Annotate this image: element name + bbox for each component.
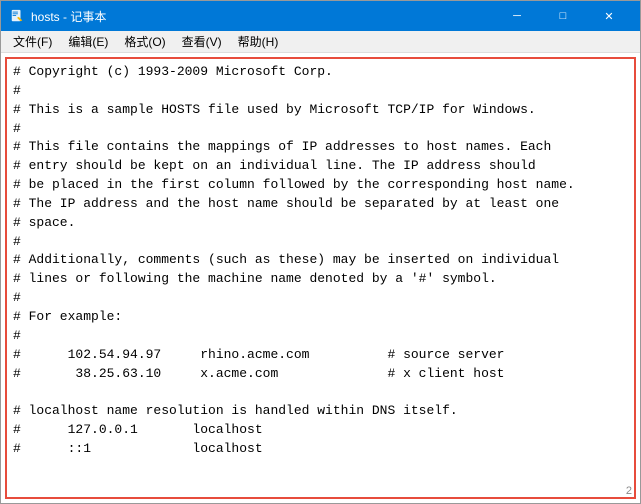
menu-view[interactable]: 查看(V)	[174, 31, 230, 52]
text-editor-border: # Copyright (c) 1993-2009 Microsoft Corp…	[5, 57, 636, 499]
content-area: # Copyright (c) 1993-2009 Microsoft Corp…	[1, 53, 640, 503]
title-bar: hosts - 记事本 ─ □ ✕	[1, 1, 640, 31]
menu-bar: 文件(F) 编辑(E) 格式(O) 查看(V) 帮助(H)	[1, 31, 640, 53]
minimize-button[interactable]: ─	[494, 1, 540, 31]
notepad-window: hosts - 记事本 ─ □ ✕ 文件(F) 编辑(E) 格式(O) 查看(V…	[0, 0, 641, 504]
menu-format[interactable]: 格式(O)	[116, 31, 173, 52]
window-title: hosts - 记事本	[31, 8, 494, 25]
menu-file[interactable]: 文件(F)	[5, 31, 60, 52]
text-content[interactable]: # Copyright (c) 1993-2009 Microsoft Corp…	[7, 59, 634, 497]
menu-edit[interactable]: 编辑(E)	[60, 31, 116, 52]
close-button[interactable]: ✕	[586, 1, 632, 31]
window-controls: ─ □ ✕	[494, 1, 632, 31]
menu-help[interactable]: 帮助(H)	[230, 31, 287, 52]
maximize-button[interactable]: □	[540, 1, 586, 31]
app-icon	[9, 8, 25, 24]
